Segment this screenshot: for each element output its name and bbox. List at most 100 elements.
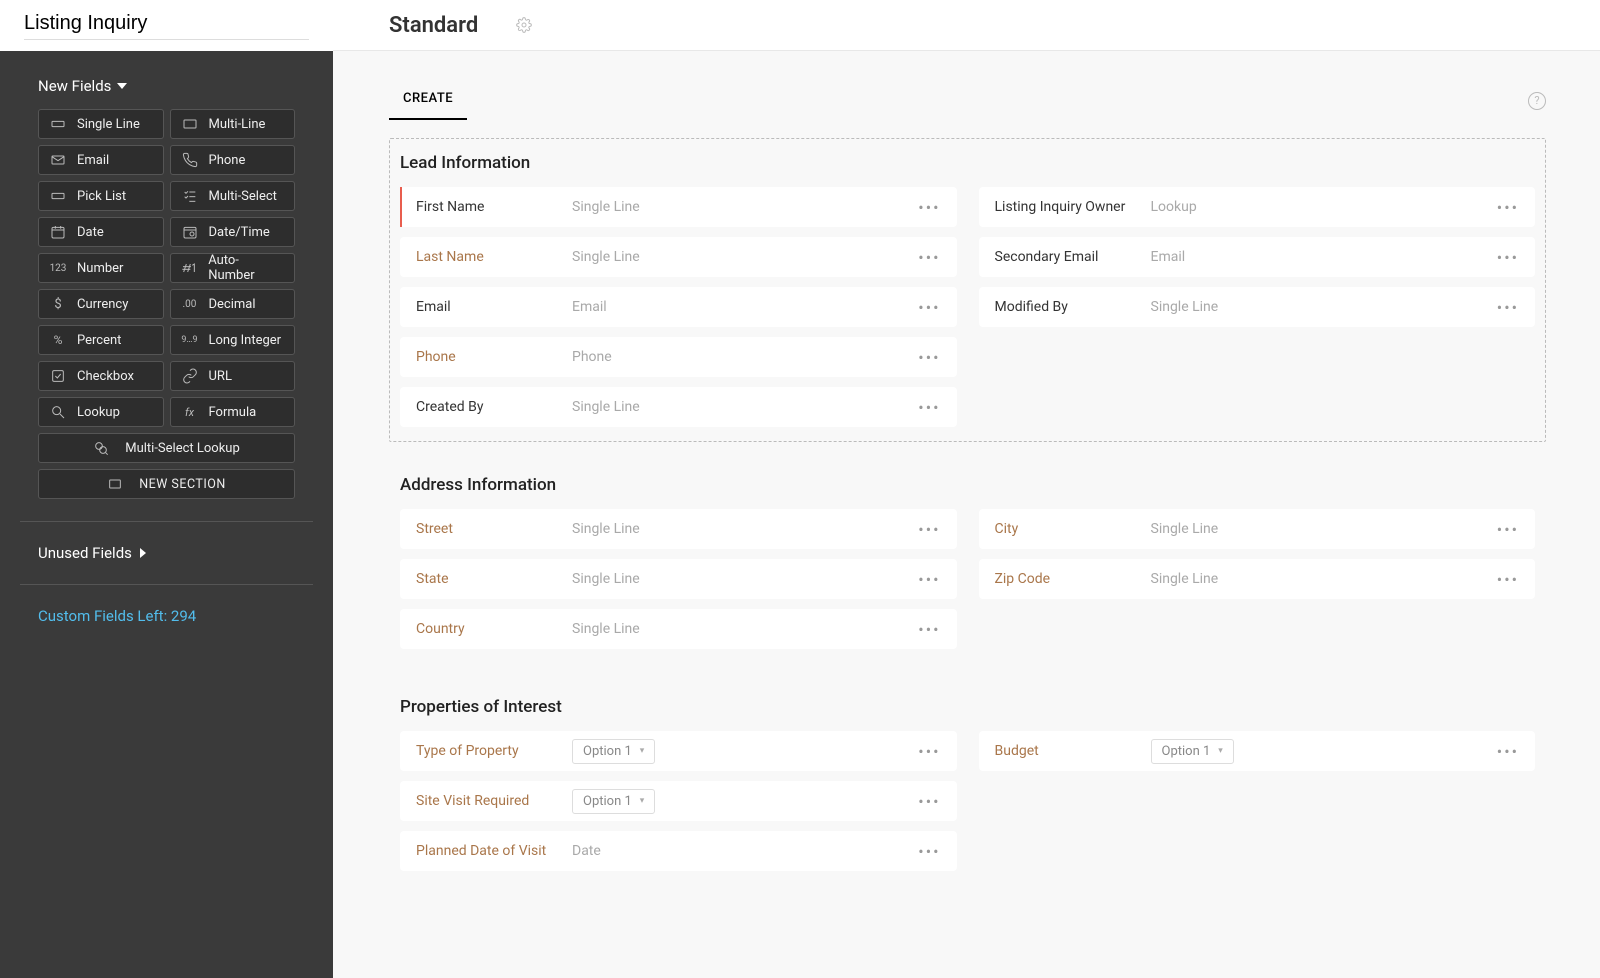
field-more-button[interactable]: ••• bbox=[912, 198, 946, 217]
more-icon: ••• bbox=[918, 298, 940, 317]
field-type-long-integer[interactable]: 9…9Long Integer bbox=[170, 325, 296, 355]
field-more-button[interactable]: ••• bbox=[1491, 520, 1525, 539]
field-more-button[interactable]: ••• bbox=[912, 520, 946, 539]
empty-slot bbox=[979, 831, 1536, 871]
new-fields-toggle[interactable]: New Fields bbox=[20, 77, 313, 109]
new-section-button[interactable]: NEW SECTION bbox=[38, 469, 295, 499]
select-value: Option 1 bbox=[1162, 744, 1211, 759]
field-type-label: URL bbox=[209, 369, 232, 384]
field-type-lookup[interactable]: Lookup bbox=[38, 397, 164, 427]
field-item[interactable]: Listing Inquiry OwnerLookup••• bbox=[979, 187, 1536, 227]
select-dropdown[interactable]: Option 1▾ bbox=[572, 739, 655, 764]
field-item[interactable]: CitySingle Line••• bbox=[979, 509, 1536, 549]
field-item[interactable]: First NameSingle Line••• bbox=[400, 187, 957, 227]
field-type-checkbox[interactable]: Checkbox bbox=[38, 361, 164, 391]
field-type-phone[interactable]: Phone bbox=[170, 145, 296, 175]
field-type-single-line[interactable]: Single Line bbox=[38, 109, 164, 139]
field-item[interactable]: Site Visit RequiredOption 1▾••• bbox=[400, 781, 957, 821]
field-type-formula[interactable]: fxFormula bbox=[170, 397, 296, 427]
field-label: Type of Property bbox=[400, 743, 564, 759]
decimal-icon: .00 bbox=[181, 299, 199, 310]
field-more-button[interactable]: ••• bbox=[912, 398, 946, 417]
field-type-multi-line[interactable]: Multi-Line bbox=[170, 109, 296, 139]
field-item[interactable]: Last NameSingle Line••• bbox=[400, 237, 957, 277]
empty-slot bbox=[979, 781, 1536, 821]
empty-slot bbox=[979, 387, 1536, 427]
field-item[interactable]: Type of Property Option 1▾ ••• bbox=[400, 731, 957, 771]
sidebar: New Fields Single LineMulti-LineEmailPho… bbox=[0, 51, 333, 978]
field-item[interactable]: Created BySingle Line••• bbox=[400, 387, 957, 427]
field-value-area: Phone bbox=[572, 349, 904, 365]
field-label: Phone bbox=[400, 349, 564, 365]
field-more-button[interactable]: ••• bbox=[1491, 248, 1525, 267]
gear-icon bbox=[516, 17, 532, 33]
field-type-label: Long Integer bbox=[209, 333, 282, 348]
number-icon: 123 bbox=[49, 263, 67, 274]
field-item[interactable]: Phone Phone ••• bbox=[400, 337, 957, 377]
field-label: Created By bbox=[400, 399, 564, 415]
field-type-currency[interactable]: $Currency bbox=[38, 289, 164, 319]
help-button[interactable]: ? bbox=[1528, 92, 1546, 110]
new-fields-label: New Fields bbox=[38, 77, 111, 95]
field-more-button[interactable]: ••• bbox=[912, 298, 946, 317]
datetime-icon bbox=[181, 224, 199, 240]
field-more-button[interactable]: ••• bbox=[912, 842, 946, 861]
field-item[interactable]: EmailEmail••• bbox=[400, 287, 957, 327]
field-type-url[interactable]: URL bbox=[170, 361, 296, 391]
field-more-button[interactable]: ••• bbox=[1491, 570, 1525, 589]
field-value-area: Single Line bbox=[572, 621, 904, 637]
field-more-button[interactable]: ••• bbox=[912, 570, 946, 589]
field-item[interactable]: Zip CodeSingle Line••• bbox=[979, 559, 1536, 599]
field-type-decimal[interactable]: .00Decimal bbox=[170, 289, 296, 319]
field-item[interactable]: Planned Date of VisitDate••• bbox=[400, 831, 957, 871]
field-type-multi-select[interactable]: Multi-Select bbox=[170, 181, 296, 211]
field-item[interactable]: StateSingle Line••• bbox=[400, 559, 957, 599]
date-icon bbox=[49, 224, 67, 240]
field-value-area: Email bbox=[572, 299, 904, 315]
field-type-percent[interactable]: %Percent bbox=[38, 325, 164, 355]
field-type-auto-number[interactable]: Auto-Number bbox=[170, 253, 296, 283]
field-more-button[interactable]: ••• bbox=[1491, 298, 1525, 317]
field-type-number[interactable]: 123Number bbox=[38, 253, 164, 283]
more-icon: ••• bbox=[918, 842, 940, 861]
more-icon: ••• bbox=[918, 348, 940, 367]
new-section-icon bbox=[107, 476, 123, 492]
field-type-email[interactable]: Email bbox=[38, 145, 164, 175]
field-more-button[interactable]: ••• bbox=[1491, 198, 1525, 217]
more-icon: ••• bbox=[918, 198, 940, 217]
field-item[interactable]: CountrySingle Line••• bbox=[400, 609, 957, 649]
field-type-pick-list[interactable]: Pick List bbox=[38, 181, 164, 211]
select-dropdown[interactable]: Option 1 ▾ bbox=[1151, 739, 1234, 764]
select-dropdown[interactable]: Option 1▾ bbox=[572, 789, 655, 814]
field-type-label: Multi-Select Lookup bbox=[125, 441, 240, 456]
field-type-multi-select-lookup[interactable]: Multi-Select Lookup bbox=[38, 433, 295, 463]
unused-fields-toggle[interactable]: Unused Fields bbox=[20, 544, 313, 562]
settings-button[interactable] bbox=[516, 17, 532, 33]
field-item[interactable]: Secondary EmailEmail••• bbox=[979, 237, 1536, 277]
chevron-down-icon: ▾ bbox=[1218, 746, 1223, 756]
field-type-date[interactable]: Date bbox=[38, 217, 164, 247]
help-icon: ? bbox=[1534, 94, 1539, 107]
field-more-button[interactable]: ••• bbox=[912, 792, 946, 811]
field-item[interactable]: StreetSingle Line••• bbox=[400, 509, 957, 549]
field-more-button[interactable]: ••• bbox=[1491, 742, 1525, 761]
more-icon: ••• bbox=[1497, 248, 1519, 267]
field-item[interactable]: BudgetOption 1▾••• bbox=[979, 731, 1536, 771]
field-type-label: Date bbox=[77, 225, 104, 240]
field-type-datetime[interactable]: Date/Time bbox=[170, 217, 296, 247]
field-type-label: Lookup bbox=[77, 405, 120, 420]
more-icon: ••• bbox=[918, 792, 940, 811]
empty-slot bbox=[979, 337, 1536, 377]
lookup-icon bbox=[49, 404, 67, 420]
field-more-button[interactable]: ••• bbox=[912, 348, 946, 367]
field-item[interactable]: Modified BySingle Line••• bbox=[979, 287, 1536, 327]
field-type-label: Multi-Select bbox=[209, 189, 277, 204]
field-more-button[interactable]: ••• bbox=[912, 742, 946, 761]
field-more-button[interactable]: ••• bbox=[912, 248, 946, 267]
field-more-button[interactable]: ••• bbox=[912, 620, 946, 639]
page-title-input[interactable] bbox=[24, 12, 309, 40]
field-type-label: Formula bbox=[209, 405, 257, 420]
tab-create[interactable]: CREATE bbox=[389, 81, 467, 120]
chevron-down-icon: ▾ bbox=[640, 746, 645, 756]
multi-line-icon bbox=[181, 116, 199, 132]
